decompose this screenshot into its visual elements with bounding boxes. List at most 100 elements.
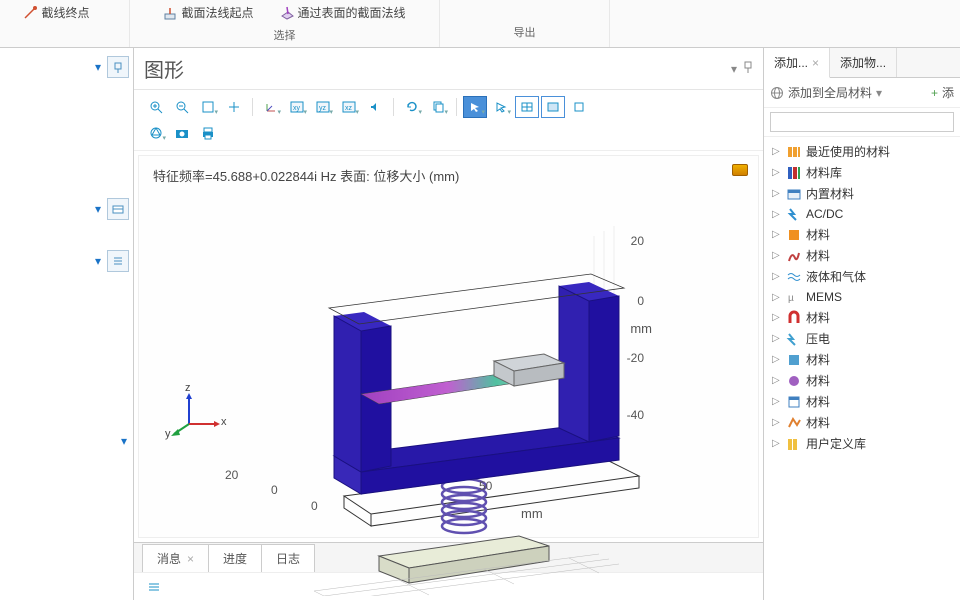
ribbon-item-label: 截面法线起点 — [181, 4, 253, 21]
material-tree: ▷最近使用的材料 ▷材料库 ▷内置材料 ▷AC/DC ▷材料 ▷材料 ▷液体和气… — [764, 137, 960, 600]
tree-item-acdc[interactable]: ▷AC/DC — [766, 204, 958, 224]
plot-window-icon[interactable] — [732, 164, 748, 176]
left-dropdown-3[interactable]: ▾ — [93, 252, 103, 270]
z-tick: -20 — [627, 351, 644, 365]
ribbon-item-label: 通过表面的截面法线 — [298, 4, 406, 21]
tree-label: AC/DC — [806, 207, 843, 221]
tree-item-mems[interactable]: ▷µMEMS — [766, 287, 958, 307]
panel-pin-icon[interactable] — [743, 61, 753, 76]
svg-text:xy: xy — [293, 105, 301, 112]
bottom-list-icon[interactable] — [142, 576, 166, 598]
y-tick: 50 — [479, 479, 492, 493]
panel-menu-icon[interactable]: ▾ — [731, 62, 737, 76]
ribbon-item-normal-start[interactable]: 截面法线起点 — [157, 2, 259, 23]
tree-item-mat5[interactable]: ▷材料 — [766, 391, 958, 412]
refresh-button[interactable] — [400, 96, 424, 118]
left-dropdown-2[interactable]: ▾ — [93, 200, 103, 218]
graphics-toolbar: xy yz xz — [134, 90, 763, 151]
svg-text:µ: µ — [788, 293, 794, 304]
view-xz-button[interactable]: xz — [337, 96, 361, 118]
tree-label: 材料库 — [806, 164, 842, 181]
center-button[interactable] — [222, 96, 246, 118]
left-dropdown-1[interactable]: ▾ — [93, 58, 103, 76]
ribbon-item-label: 截线终点 — [41, 4, 89, 21]
tree-label: 最近使用的材料 — [806, 143, 890, 160]
left-dropdown-4[interactable]: ▾ — [119, 432, 129, 450]
add-label[interactable]: 添 — [942, 84, 954, 101]
aperture-button[interactable] — [144, 122, 168, 144]
tree-label: 用户定义库 — [806, 435, 866, 452]
tab-add[interactable]: 添加...× — [764, 48, 830, 78]
y-tick: 0 — [311, 499, 318, 513]
x-tick: 0 — [271, 483, 278, 497]
x-unit: mm — [521, 506, 543, 521]
ribbon-group-export: 导出 — [460, 24, 589, 40]
close-icon[interactable]: × — [812, 56, 819, 70]
tree-label: MEMS — [806, 290, 842, 304]
ribbon-item-surface-normal[interactable]: 通过表面的截面法线 — [274, 2, 412, 23]
left-card-icon[interactable] — [107, 198, 129, 220]
view-xy-button[interactable]: xy — [285, 96, 309, 118]
tree-item-mat1[interactable]: ▷材料 — [766, 224, 958, 245]
tree-item-mat2[interactable]: ▷材料 — [766, 245, 958, 266]
print-button[interactable] — [196, 122, 220, 144]
z-tick: 0 — [637, 294, 644, 308]
left-pin-1[interactable] — [107, 56, 129, 78]
search-input[interactable] — [770, 112, 954, 132]
select-mode-button[interactable] — [463, 96, 487, 118]
globe-icon — [770, 86, 784, 100]
add-global-label[interactable]: 添加到全局材料 — [788, 84, 872, 101]
render-surface-button[interactable] — [541, 96, 565, 118]
list-icon — [112, 255, 124, 267]
tab-add-physics[interactable]: 添加物... — [830, 48, 897, 77]
surface-normal-icon — [280, 6, 294, 20]
axes-triad: z x y — [169, 384, 229, 447]
tree-item-mat3[interactable]: ▷材料 — [766, 349, 958, 370]
pin-icon — [112, 61, 124, 73]
zoom-in-button[interactable] — [144, 96, 168, 118]
tree-item-userlib[interactable]: ▷用户定义库 — [766, 433, 958, 454]
zoom-extents-button[interactable] — [196, 96, 220, 118]
tree-item-matlib[interactable]: ▷材料库 — [766, 162, 958, 183]
tree-label: 液体和气体 — [806, 268, 866, 285]
tree-item-builtin[interactable]: ▷内置材料 — [766, 183, 958, 204]
tree-label: 材料 — [806, 372, 830, 389]
line-end-icon — [23, 6, 37, 20]
copy-button[interactable] — [426, 96, 450, 118]
render-transparent-button[interactable] — [567, 96, 591, 118]
sound-button[interactable] — [363, 96, 387, 118]
tree-label: 材料 — [806, 309, 830, 326]
tree-item-recent[interactable]: ▷最近使用的材料 — [766, 141, 958, 162]
svg-text:xz: xz — [345, 105, 353, 112]
ribbon-group-select: 选择 — [150, 27, 419, 43]
tree-label: 材料 — [806, 226, 830, 243]
x-tick: 20 — [225, 468, 238, 482]
view-yz-button[interactable]: yz — [311, 96, 335, 118]
svg-text:yz: yz — [319, 105, 327, 112]
z-unit: mm — [630, 321, 652, 336]
tree-label: 材料 — [806, 414, 830, 431]
ribbon-item-endpoint[interactable]: 截线终点 — [17, 2, 95, 23]
left-sidebar: ▾ ▾ ▾ ▾ — [0, 48, 134, 600]
select-none-button[interactable] — [489, 96, 513, 118]
right-search — [764, 108, 960, 137]
rotate-button[interactable] — [259, 96, 283, 118]
tree-item-magnet[interactable]: ▷材料 — [766, 307, 958, 328]
tree-label: 材料 — [806, 351, 830, 368]
ribbon: 截线终点 截面法线起点 通过表面的截面法线 选择 导出 — [0, 0, 960, 48]
tree-item-mat4[interactable]: ▷材料 — [766, 370, 958, 391]
left-list-icon[interactable] — [107, 250, 129, 272]
right-tabs: 添加...× 添加物... — [764, 48, 960, 78]
tree-item-piezo[interactable]: ▷压电 — [766, 328, 958, 349]
normal-start-icon — [163, 6, 177, 20]
tree-item-mat6[interactable]: ▷材料 — [766, 412, 958, 433]
z-tick: 20 — [631, 234, 644, 248]
main-area: ▾ ▾ ▾ ▾ 图形 ▾ — [0, 48, 960, 600]
tree-item-fluid[interactable]: ▷液体和气体 — [766, 266, 958, 287]
graphics-viewport[interactable]: 特征频率=45.688+0.022844i Hz 表面: 位移大小 (mm) — [138, 155, 759, 538]
render-wireframe-button[interactable] — [515, 96, 539, 118]
model-3d-rendering — [139, 176, 759, 596]
zoom-out-button[interactable] — [170, 96, 194, 118]
tree-label: 材料 — [806, 393, 830, 410]
camera-button[interactable] — [170, 122, 194, 144]
